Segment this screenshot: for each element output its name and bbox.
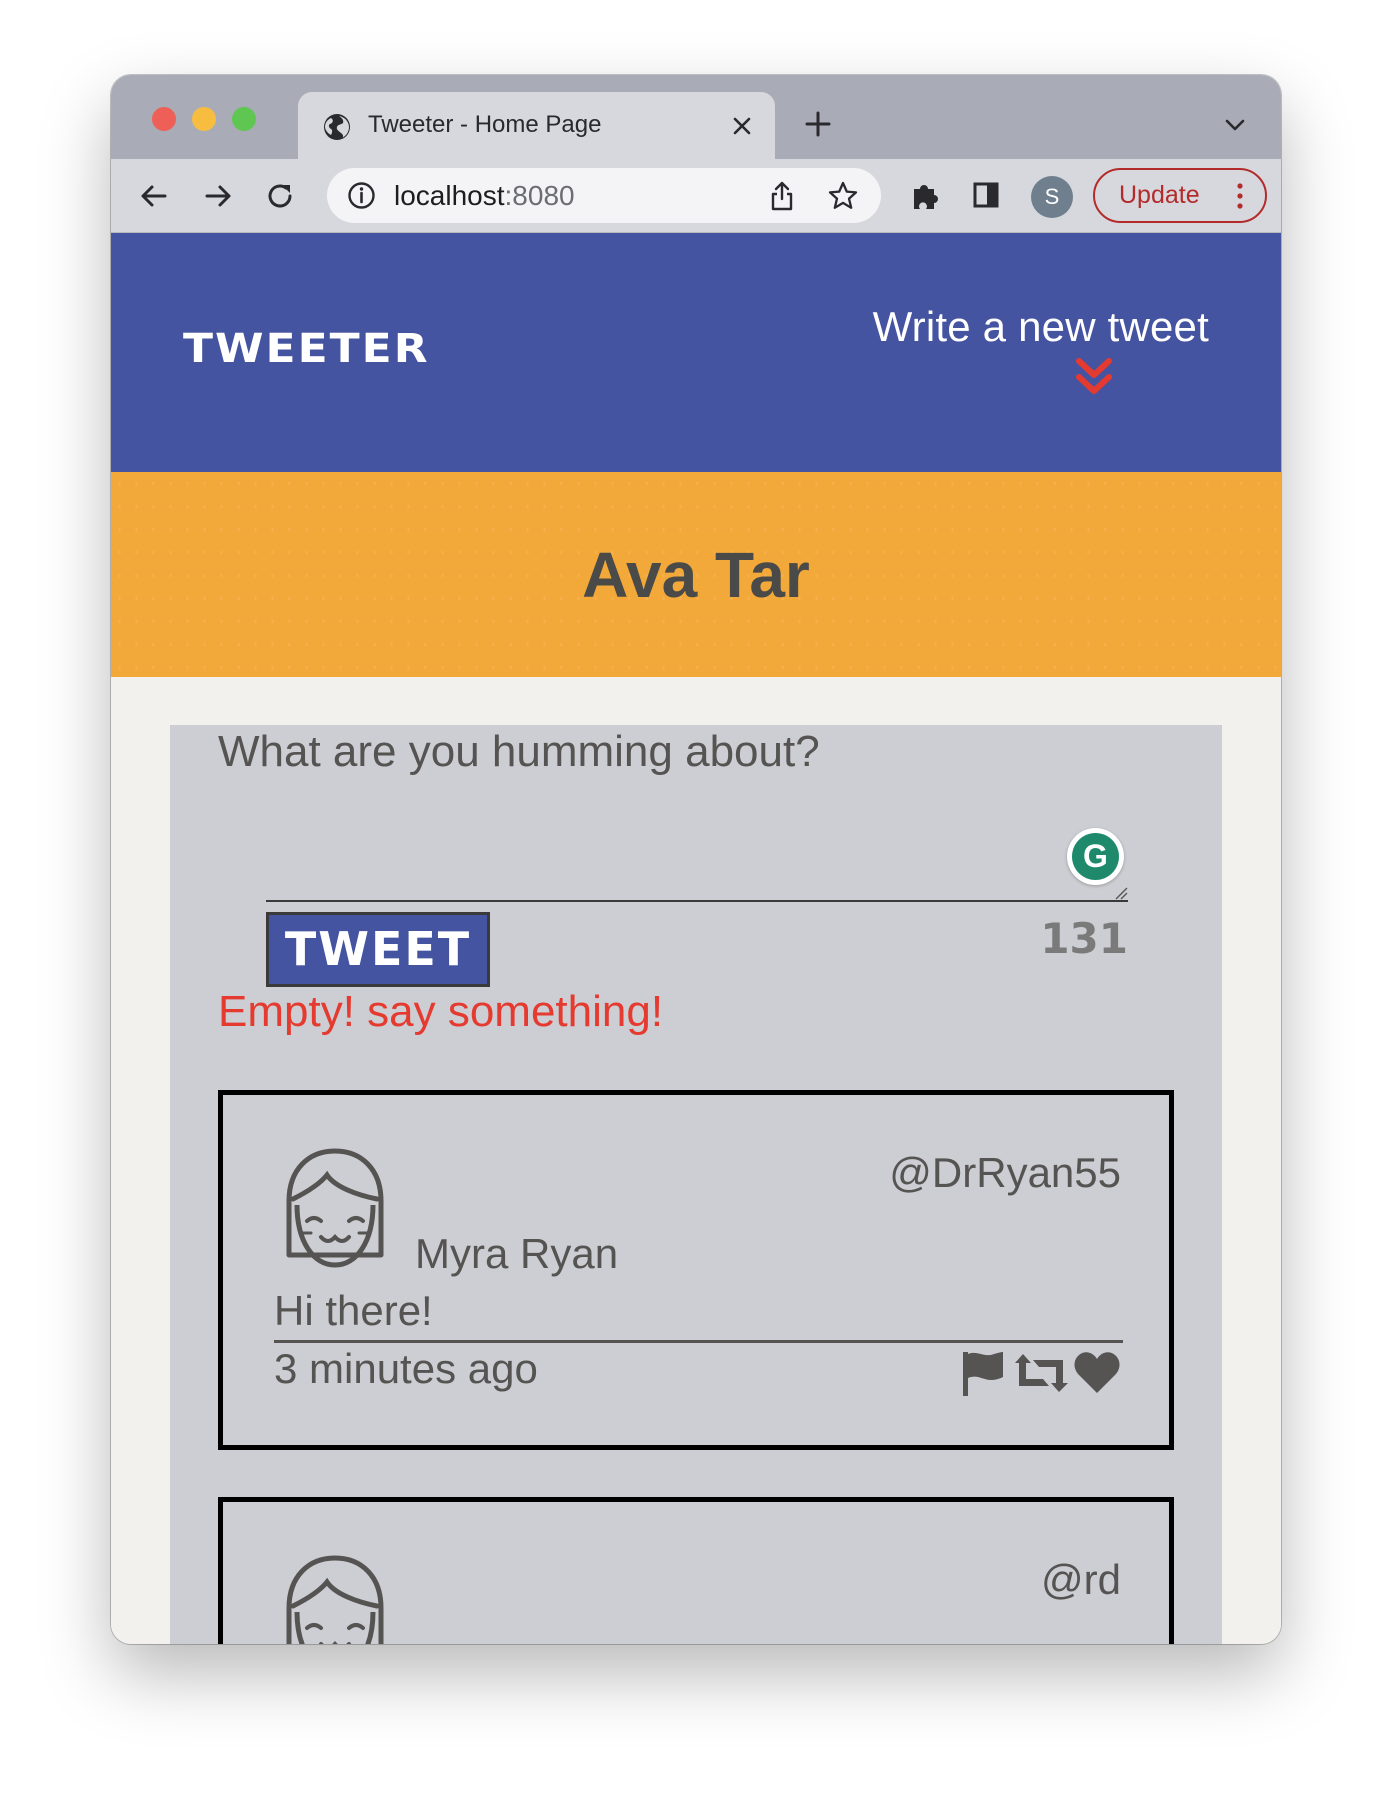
tweet-handle: @rd: [1041, 1556, 1121, 1603]
more-vertical-icon: [1237, 183, 1243, 209]
compose-label: What are you humming about?: [218, 727, 820, 776]
chevron-down-icon[interactable]: [1223, 115, 1247, 135]
url-text: localhost:8080: [394, 180, 575, 211]
tweet-submit-button[interactable]: Tweet: [266, 912, 490, 987]
tweet-card: @rd: [218, 1497, 1174, 1644]
character-counter: 131: [1040, 914, 1128, 963]
brand-logo[interactable]: Tweeter: [183, 325, 430, 372]
tweet-content: Hi there!: [274, 1287, 433, 1334]
grammarly-g-icon: G: [1072, 833, 1119, 880]
heart-icon[interactable]: [1073, 1349, 1121, 1397]
forward-arrow-icon[interactable]: [201, 179, 235, 213]
page-viewport: Tweeter Write a new tweet Ava Tar What a…: [111, 233, 1281, 1644]
profile-banner: Ava Tar: [111, 472, 1281, 677]
share-icon[interactable]: [767, 180, 797, 212]
profile-name: Ava Tar: [582, 539, 810, 611]
tweet-author-name: Myra Ryan: [415, 1230, 619, 1277]
tweet-handle: @DrRyan55: [889, 1149, 1121, 1196]
update-button[interactable]: Update: [1093, 168, 1267, 223]
error-message: Empty! say something!: [218, 987, 664, 1036]
write-new-tweet-link[interactable]: Write a new tweet: [873, 303, 1209, 351]
tweet-divider: [274, 1340, 1123, 1343]
site-info-icon[interactable]: [347, 181, 376, 210]
tab-strip: Tweeter - Home Page: [111, 75, 1281, 159]
reload-icon[interactable]: [263, 179, 297, 213]
back-arrow-icon[interactable]: [137, 179, 171, 213]
girl-avatar-icon: [286, 1148, 384, 1268]
side-panel-icon[interactable]: [971, 180, 1001, 210]
new-tab-icon[interactable]: [803, 109, 833, 139]
main-container: What are you humming about? G Tweet 131 …: [170, 725, 1222, 1644]
top-nav: Tweeter Write a new tweet: [111, 233, 1281, 472]
browser-window: Tweeter - Home Page localhost:8080 S Upd…: [111, 75, 1281, 1644]
maximize-window-button[interactable]: [232, 107, 256, 131]
globe-icon: [324, 114, 350, 140]
close-tab-icon[interactable]: [729, 113, 755, 139]
puzzle-extensions-icon[interactable]: [908, 179, 942, 213]
close-window-button[interactable]: [152, 107, 176, 131]
resize-grip-icon[interactable]: [1114, 886, 1128, 900]
double-chevron-down-icon[interactable]: [1073, 357, 1115, 399]
flag-icon[interactable]: [959, 1349, 1007, 1397]
write-new-tweet-label: Write a new tweet: [872, 303, 1209, 350]
profile-avatar[interactable]: S: [1031, 176, 1073, 218]
tweet-textarea[interactable]: [266, 900, 1128, 902]
bookmark-star-icon[interactable]: [827, 180, 859, 212]
retweet-icon[interactable]: [1013, 1349, 1069, 1397]
girl-avatar-icon: [286, 1555, 384, 1644]
tab-title: Tweeter - Home Page: [368, 111, 602, 138]
tweet-timestamp: 3 minutes ago: [274, 1345, 538, 1392]
grammarly-button[interactable]: G: [1067, 828, 1124, 885]
address-bar[interactable]: localhost:8080: [327, 168, 881, 223]
browser-tab[interactable]: Tweeter - Home Page: [298, 92, 775, 159]
tweet-card: @DrRyan55 Myra Ryan Hi there! 3 minutes …: [218, 1090, 1174, 1450]
browser-toolbar: localhost:8080 S Update: [111, 159, 1281, 233]
minimize-window-button[interactable]: [192, 107, 216, 131]
